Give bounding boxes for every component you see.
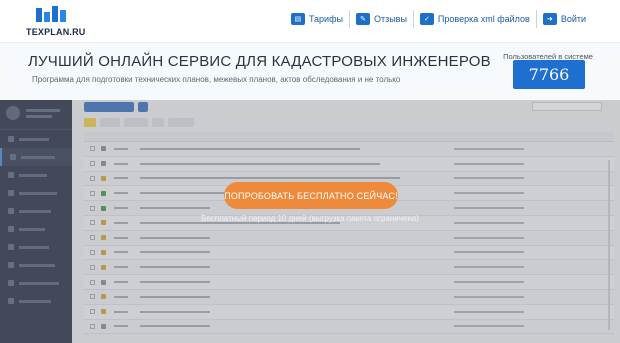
users-count: 7766	[513, 60, 585, 89]
nav-xml-check-label: Проверка xml файлов	[437, 14, 530, 24]
try-free-button[interactable]: ПОПРОБОВАТЬ БЕСПЛАТНО СЕЙЧАС!	[224, 182, 398, 209]
logo-mark-icon	[36, 6, 66, 22]
nav-xml-check[interactable]: ✓ Проверка xml файлов	[414, 10, 537, 28]
login-icon: ➜	[542, 13, 557, 25]
nav-tariffs[interactable]: ▤ Тарифы	[285, 10, 350, 28]
top-nav: ▤ Тарифы ✎ Отзывы ✓ Проверка xml файлов …	[285, 10, 592, 28]
hero-banner: ЛУЧШИЙ ОНЛАЙН СЕРВИС ДЛЯ КАДАСТРОВЫХ ИНЖ…	[0, 42, 620, 100]
hero-title: ЛУЧШИЙ ОНЛАЙН СЕРВИС ДЛЯ КАДАСТРОВЫХ ИНЖ…	[28, 53, 491, 70]
xml-check-icon: ✓	[419, 13, 434, 25]
nav-reviews-label: Отзывы	[373, 14, 407, 24]
nav-login[interactable]: ➜ Войти	[537, 10, 592, 28]
tariffs-icon: ▤	[290, 13, 305, 25]
site-header: TEXPLAN.RU ▤ Тарифы ✎ Отзывы ✓ Проверка …	[0, 0, 620, 42]
hero-subtitle: Программа для подготовки технических пла…	[32, 75, 401, 84]
site-logo[interactable]: TEXPLAN.RU	[26, 6, 85, 38]
reviews-icon: ✎	[355, 13, 370, 25]
logo-text: TEXPLAN.RU	[26, 27, 86, 37]
nav-login-label: Войти	[560, 14, 586, 24]
trial-note: Бесплатный период 10 дней (выгрузка паке…	[201, 214, 419, 223]
nav-reviews[interactable]: ✎ Отзывы	[350, 10, 414, 28]
nav-tariffs-label: Тарифы	[308, 14, 343, 24]
